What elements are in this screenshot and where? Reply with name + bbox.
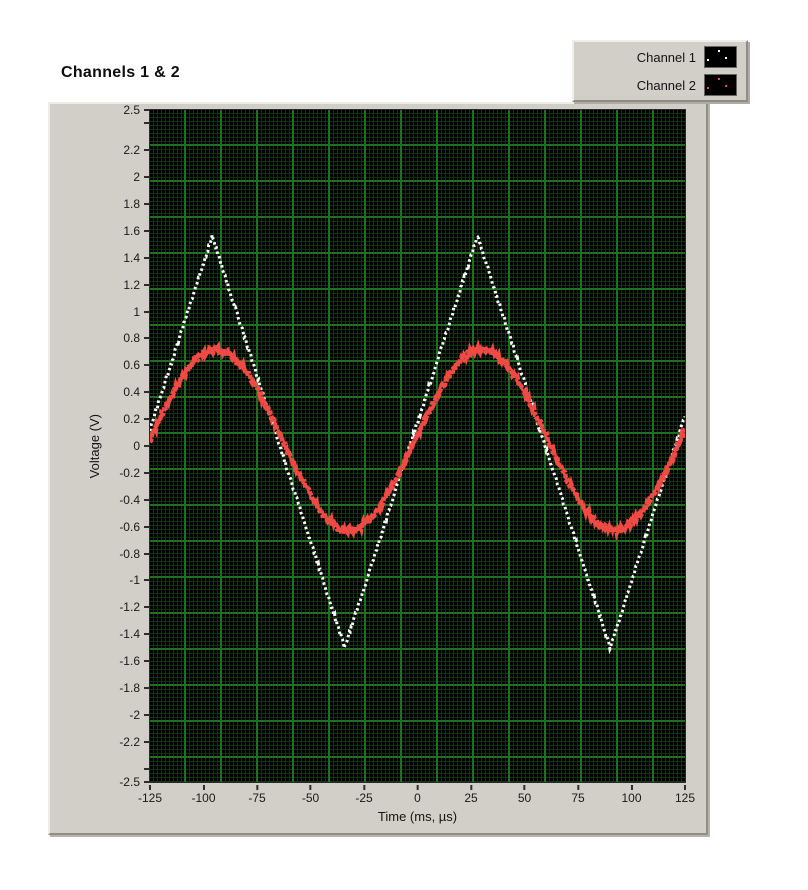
plot-area[interactable]	[150, 110, 685, 782]
legend-item-channel-2[interactable]: Channel 2	[574, 72, 746, 98]
labview-front-panel: { "title": "Channels 1 & 2", "legend": {…	[0, 0, 808, 890]
legend-label: Channel 2	[637, 78, 696, 93]
y-axis-label: Voltage (V)	[84, 110, 104, 782]
channel-1-plot-style-swatch[interactable]	[704, 46, 737, 68]
legend-item-channel-1[interactable]: Channel 1	[574, 44, 746, 70]
plot-style-dot-icon	[707, 59, 709, 61]
legend-label: Channel 1	[637, 50, 696, 65]
y-axis-label-text: Voltage (V)	[87, 414, 102, 478]
plot-style-dot-icon	[725, 85, 727, 87]
graph-title: Channels 1 & 2	[61, 64, 180, 82]
plot-style-dot-icon	[718, 78, 720, 80]
plot-legend: Channel 1 Channel 2	[572, 40, 748, 102]
plot-style-dot-icon	[718, 50, 720, 52]
x-axis-label: Time (ms, µs)	[150, 809, 685, 824]
plot-style-dot-icon	[707, 87, 709, 89]
channel-1-trace	[150, 235, 685, 649]
waveform-canvas	[150, 110, 685, 782]
channel-2-plot-style-swatch[interactable]	[704, 74, 737, 96]
plot-style-dot-icon	[725, 57, 727, 59]
channel-2-trace	[150, 347, 685, 533]
